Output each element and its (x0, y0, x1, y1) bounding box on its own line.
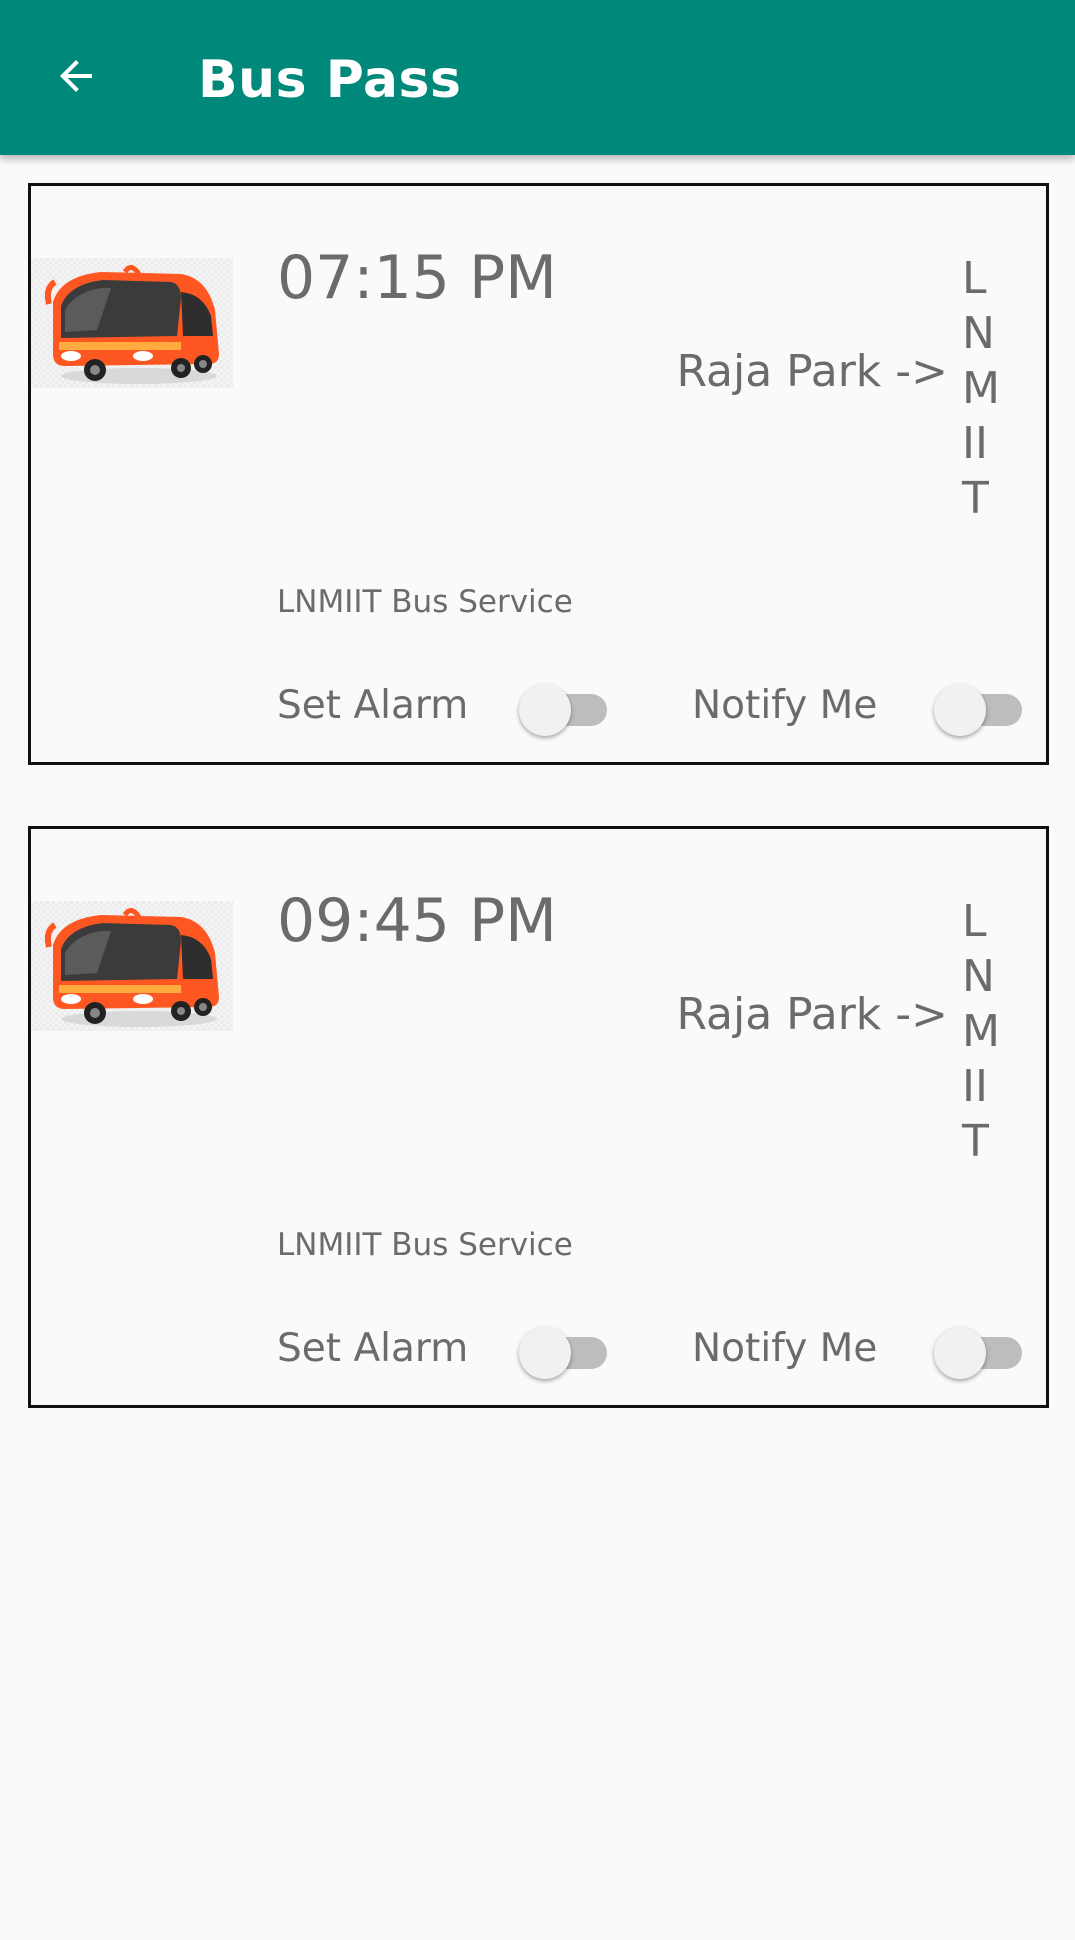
bus-image (31, 901, 233, 1031)
notify-me-switch[interactable] (934, 684, 1026, 736)
route-origin: Raja Park -> (676, 989, 948, 1040)
switch-thumb (934, 1327, 986, 1379)
set-alarm-switch[interactable] (519, 1327, 611, 1379)
departure-time: 07:15 PM (277, 243, 557, 313)
set-alarm-label: Set Alarm (277, 1326, 469, 1371)
arrow-back-icon (60, 60, 92, 92)
app-bar: Bus Pass (0, 0, 1075, 155)
bus-image (31, 258, 233, 388)
service-name: LNMIIT Bus Service (277, 1227, 573, 1263)
route-origin: Raja Park -> (676, 346, 948, 397)
notify-me-label: Notify Me (692, 1326, 878, 1371)
bus-card: 09:45 PM Raja Park -> LNMIIT LNMIIT Bus … (28, 826, 1049, 1408)
notify-me-label: Notify Me (692, 683, 878, 728)
back-button[interactable] (28, 28, 124, 124)
bus-card: 07:15 PM Raja Park -> LNMIIT LNMIIT Bus … (28, 183, 1049, 765)
set-alarm-label: Set Alarm (277, 683, 469, 728)
route-destination: LNMIIT (962, 253, 1000, 524)
switch-thumb (519, 684, 571, 736)
page-title: Bus Pass (198, 50, 462, 110)
switch-thumb (519, 1327, 571, 1379)
bus-icon (44, 265, 219, 384)
service-name: LNMIIT Bus Service (277, 584, 573, 620)
notify-me-switch[interactable] (934, 1327, 1026, 1379)
switch-thumb (934, 684, 986, 736)
departure-time: 09:45 PM (277, 886, 557, 956)
set-alarm-switch[interactable] (519, 684, 611, 736)
route-destination: LNMIIT (962, 896, 1000, 1167)
bus-icon (44, 908, 219, 1027)
